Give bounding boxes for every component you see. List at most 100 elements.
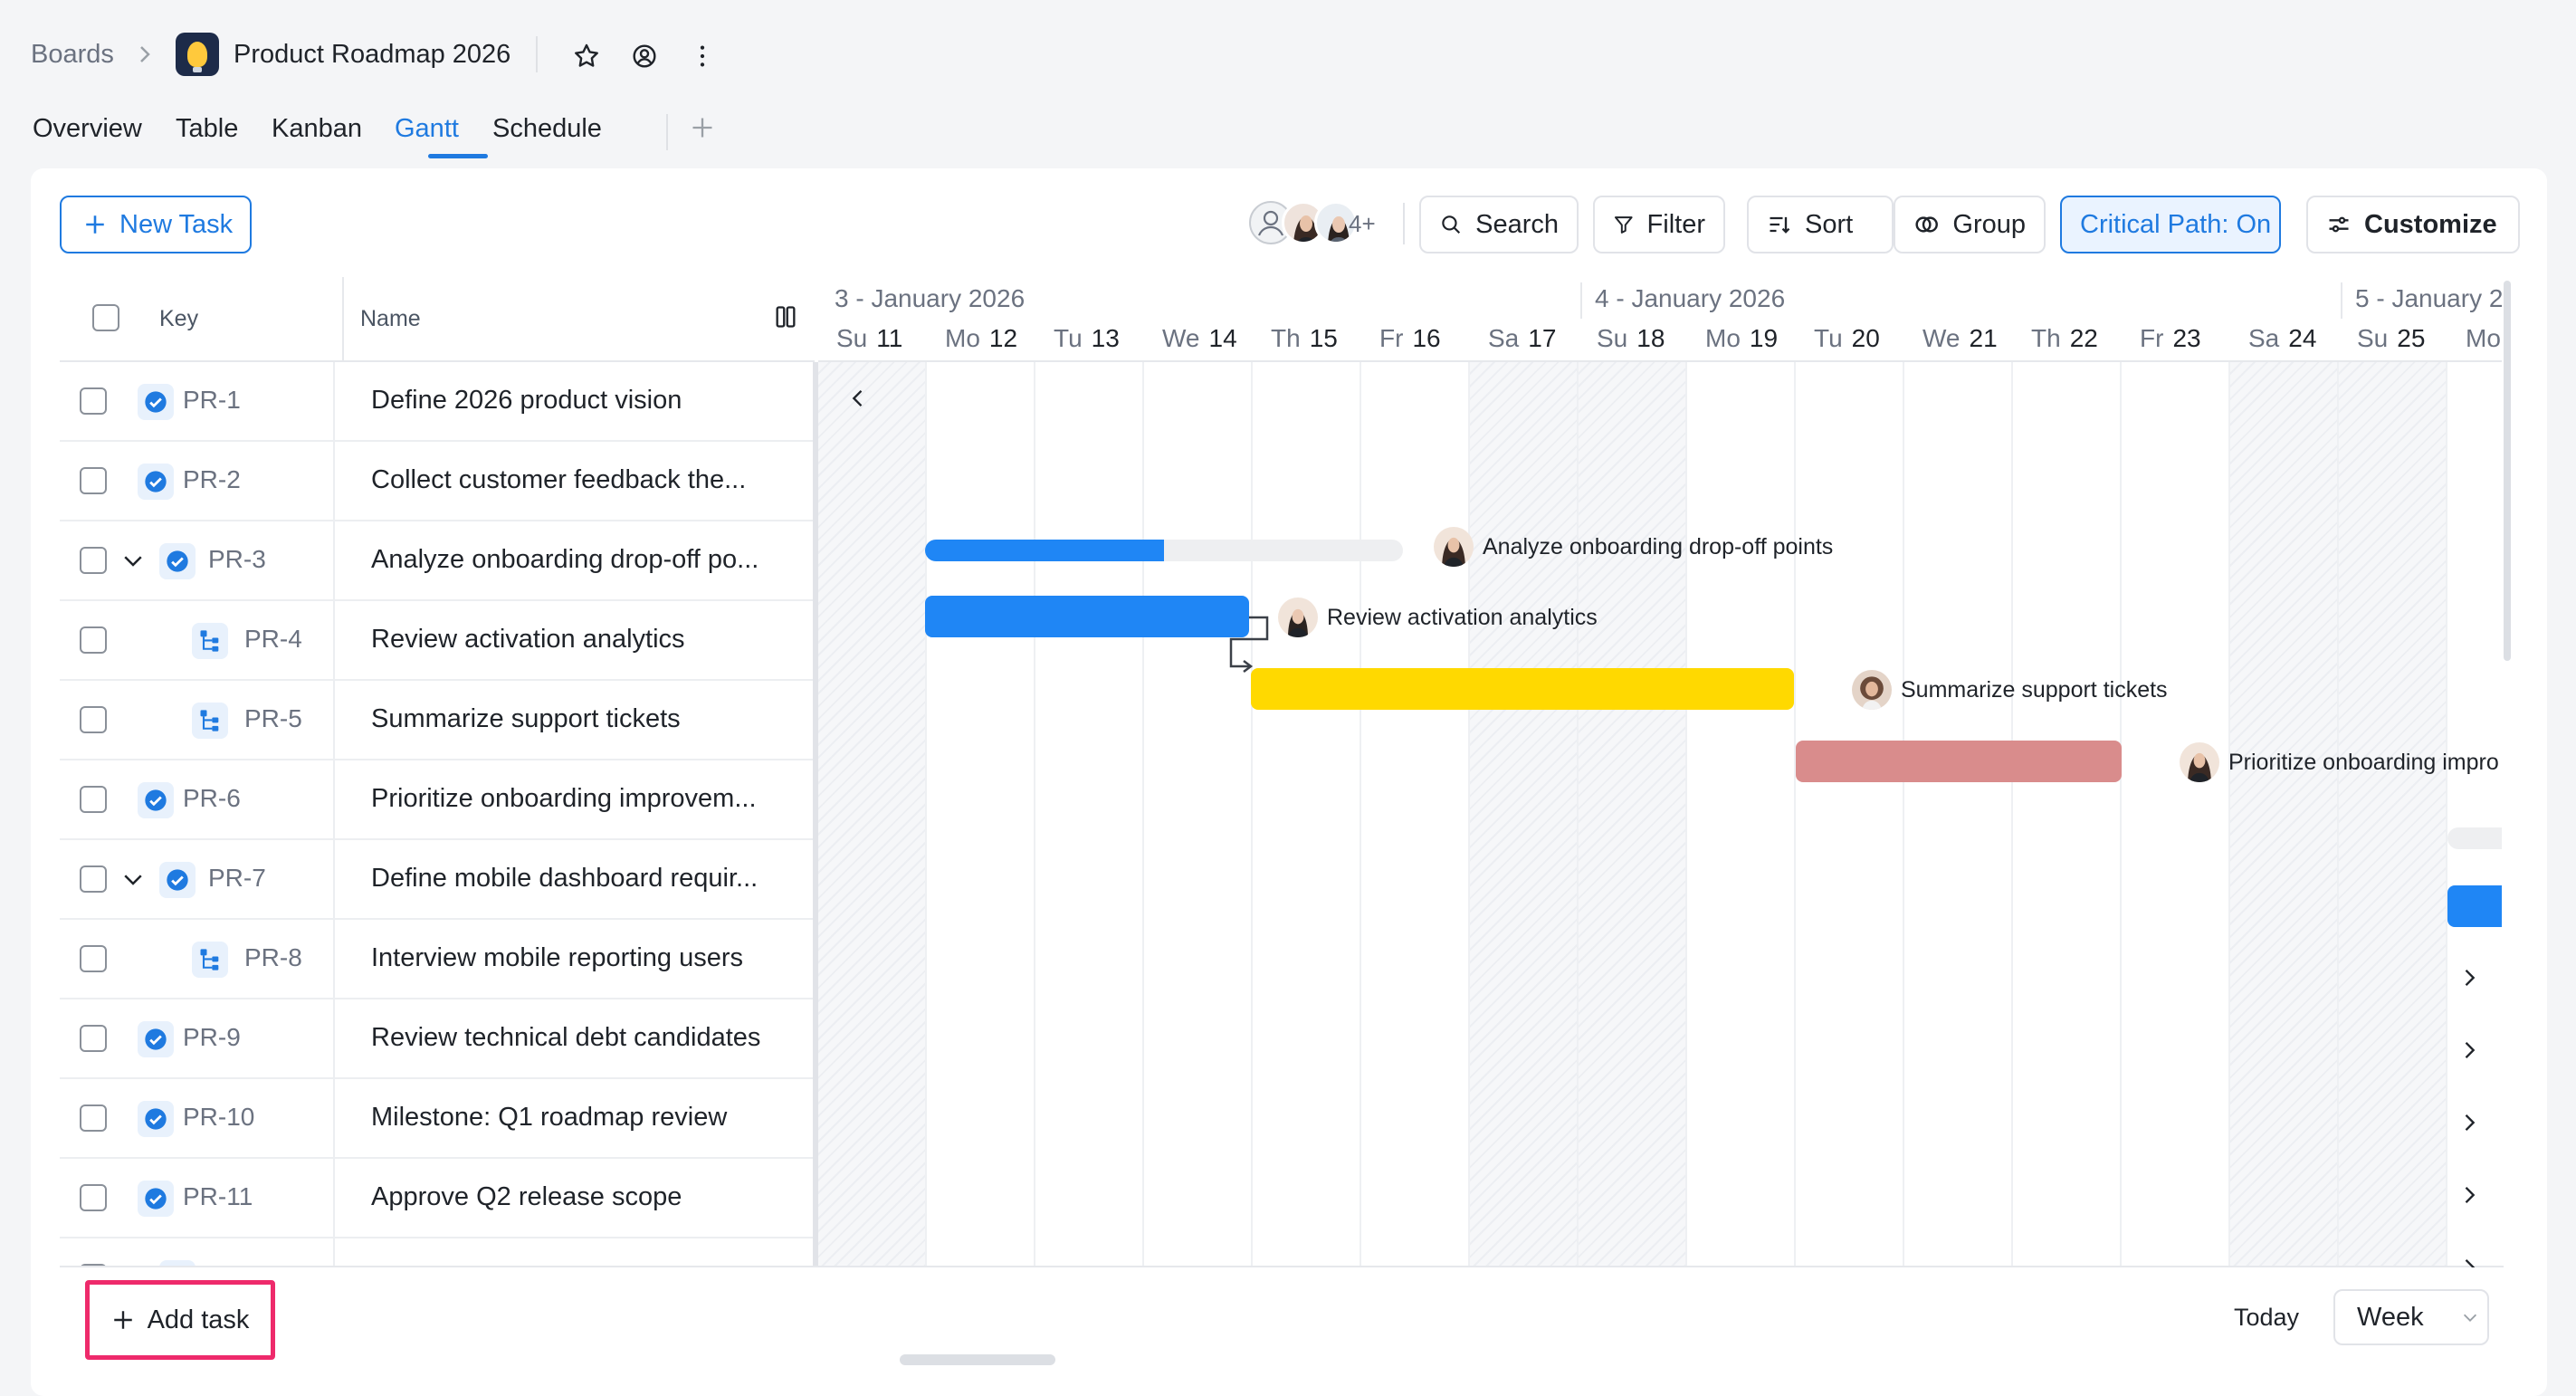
share-settings-icon[interactable] bbox=[628, 40, 661, 72]
day-name: Th bbox=[2031, 324, 2061, 352]
star-icon[interactable] bbox=[570, 40, 603, 72]
row-checkbox[interactable] bbox=[80, 1025, 107, 1052]
today-button[interactable]: Today bbox=[2234, 1304, 2299, 1332]
day-name: Mo bbox=[1705, 324, 1741, 352]
task-name[interactable]: Interview mobile reporting users bbox=[371, 943, 743, 973]
add-task-button[interactable]: Add task bbox=[85, 1280, 275, 1360]
day-column bbox=[1144, 362, 1253, 1267]
tab-gantt[interactable]: Gantt bbox=[395, 114, 459, 144]
task-name[interactable]: Summarize support tickets bbox=[371, 704, 681, 734]
column-header-name[interactable]: Name bbox=[360, 306, 421, 332]
table-row[interactable]: PR-4 Review activation analytics bbox=[60, 601, 815, 681]
day-column bbox=[1687, 362, 1796, 1267]
horizontal-scrollbar[interactable] bbox=[900, 1354, 1055, 1365]
columns-toggle-icon[interactable] bbox=[773, 304, 798, 330]
more-vertical-icon[interactable] bbox=[686, 40, 719, 72]
task-bar-pr-5[interactable] bbox=[1251, 668, 1794, 710]
customize-button[interactable]: Customize bbox=[2306, 196, 2520, 253]
row-checkbox[interactable] bbox=[80, 387, 107, 415]
tab-schedule[interactable]: Schedule bbox=[492, 114, 602, 144]
row-checkbox[interactable] bbox=[80, 865, 107, 893]
task-bar-pr-4[interactable] bbox=[925, 596, 1249, 637]
row-checkbox[interactable] bbox=[80, 467, 107, 494]
add-view-icon[interactable] bbox=[690, 110, 715, 148]
chevron-down-icon[interactable] bbox=[119, 547, 147, 574]
table-row[interactable]: PR-12Design improved onboarding fl... bbox=[60, 1238, 815, 1267]
chevron-right-icon[interactable] bbox=[2457, 965, 2482, 990]
sort-button[interactable]: Sort bbox=[1747, 196, 1894, 253]
table-row[interactable]: PR-3 Analyze onboarding drop-off po... bbox=[60, 521, 815, 601]
task-name[interactable]: Define mobile dashboard requir... bbox=[371, 864, 758, 894]
grid-header: Key Name bbox=[60, 277, 815, 362]
table-row[interactable]: PR-11 Approve Q2 release scope bbox=[60, 1159, 815, 1238]
filter-icon bbox=[1614, 216, 1633, 234]
day-name: We bbox=[1162, 324, 1200, 352]
table-row[interactable]: PR-5 Summarize support tickets bbox=[60, 681, 815, 760]
group-button[interactable]: Group bbox=[1894, 196, 2046, 253]
task-key[interactable]: PR-1 bbox=[183, 386, 241, 415]
table-row[interactable]: PR-9 Review technical debt candidates bbox=[60, 999, 815, 1079]
task-name[interactable]: Prioritize onboarding improvem... bbox=[371, 784, 757, 814]
vertical-scrollbar[interactable] bbox=[2504, 281, 2511, 661]
new-task-button[interactable]: New Task bbox=[60, 196, 252, 253]
row-checkbox[interactable] bbox=[80, 626, 107, 654]
filter-button[interactable]: Filter bbox=[1593, 196, 1725, 253]
member-avatars[interactable]: 4+ bbox=[1249, 201, 1381, 248]
task-key[interactable]: PR-11 bbox=[183, 1182, 253, 1211]
task-key[interactable]: PR-2 bbox=[183, 465, 241, 494]
time-scale-select[interactable]: Week bbox=[2333, 1289, 2489, 1345]
table-row[interactable]: PR-2 Collect customer feedback the... bbox=[60, 442, 815, 521]
tab-table[interactable]: Table bbox=[176, 114, 238, 144]
task-key[interactable]: PR-3 bbox=[208, 545, 266, 574]
summary-bar-pr-7[interactable] bbox=[2447, 827, 2502, 849]
critical-path-toggle[interactable]: Critical Path: On bbox=[2060, 196, 2281, 253]
row-checkbox[interactable] bbox=[80, 786, 107, 813]
task-bar-pr-8[interactable] bbox=[2447, 885, 2502, 927]
tab-overview[interactable]: Overview bbox=[33, 114, 142, 144]
chevron-right-icon[interactable] bbox=[2457, 1037, 2482, 1063]
chevron-right-icon[interactable] bbox=[2457, 1182, 2482, 1208]
task-name[interactable]: Milestone: Q1 roadmap review bbox=[371, 1103, 727, 1133]
task-key[interactable]: PR-9 bbox=[183, 1023, 241, 1052]
row-checkbox[interactable] bbox=[80, 1184, 107, 1211]
breadcrumb-boards[interactable]: Boards bbox=[31, 40, 114, 70]
task-name[interactable]: Review technical debt candidates bbox=[371, 1023, 760, 1053]
table-row[interactable]: PR-6 Prioritize onboarding improvem... bbox=[60, 760, 815, 840]
search-button[interactable]: Search bbox=[1419, 196, 1579, 253]
column-header-key[interactable]: Key bbox=[159, 306, 198, 332]
task-key[interactable]: PR-10 bbox=[183, 1103, 254, 1132]
table-row[interactable]: PR-10 Milestone: Q1 roadmap review bbox=[60, 1079, 815, 1159]
chevron-right-icon[interactable] bbox=[2457, 1255, 2482, 1267]
day-label: Tu 20 bbox=[1814, 324, 1880, 353]
task-name[interactable]: Collect customer feedback the... bbox=[371, 465, 746, 495]
task-key[interactable]: PR-6 bbox=[183, 784, 241, 813]
task-name[interactable]: Analyze onboarding drop-off po... bbox=[371, 545, 758, 575]
members-more-count[interactable]: 4+ bbox=[1349, 210, 1376, 238]
board-title[interactable]: Product Roadmap 2026 bbox=[234, 40, 510, 70]
task-name[interactable]: Approve Q2 release scope bbox=[371, 1182, 682, 1212]
row-checkbox[interactable] bbox=[80, 945, 107, 972]
row-checkbox[interactable] bbox=[80, 1104, 107, 1132]
select-all-checkbox[interactable] bbox=[92, 304, 119, 331]
tab-kanban[interactable]: Kanban bbox=[272, 114, 362, 144]
task-name[interactable]: Define 2026 product vision bbox=[371, 386, 682, 416]
chevron-down-icon[interactable] bbox=[119, 865, 147, 893]
table-row[interactable]: PR-1 Define 2026 product vision bbox=[60, 362, 815, 442]
day-name: Su bbox=[836, 324, 868, 352]
column-divider[interactable] bbox=[342, 277, 344, 362]
column-divider bbox=[333, 840, 335, 920]
day-name: We bbox=[1922, 324, 1961, 352]
table-row[interactable]: PR-7 Define mobile dashboard requir... bbox=[60, 840, 815, 920]
task-key[interactable]: PR-7 bbox=[208, 864, 266, 893]
row-checkbox[interactable] bbox=[80, 547, 107, 574]
task-key[interactable]: PR-5 bbox=[244, 704, 302, 733]
task-name[interactable]: Review activation analytics bbox=[371, 625, 685, 655]
summary-bar-pr-3[interactable] bbox=[925, 540, 1403, 561]
chevron-right-icon[interactable] bbox=[2457, 1110, 2482, 1135]
scroll-left-chevron-icon[interactable] bbox=[845, 386, 871, 411]
table-row[interactable]: PR-8 Interview mobile reporting users bbox=[60, 920, 815, 999]
row-checkbox[interactable] bbox=[80, 706, 107, 733]
task-key[interactable]: PR-8 bbox=[244, 943, 302, 972]
task-bar-pr-6[interactable] bbox=[1796, 741, 2122, 782]
task-key[interactable]: PR-4 bbox=[244, 625, 302, 654]
